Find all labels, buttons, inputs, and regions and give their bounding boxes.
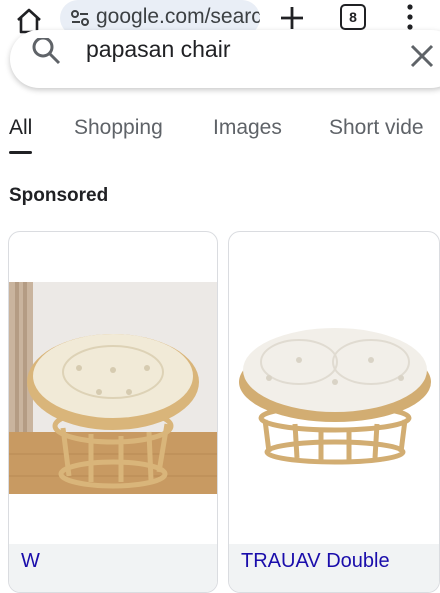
- product-title[interactable]: W: [21, 550, 40, 573]
- tab-short-videos[interactable]: Short vide: [329, 116, 424, 140]
- search-tabs: All Shopping Images Short vide: [0, 112, 440, 156]
- tab-switcher-button[interactable]: 8: [340, 4, 366, 30]
- tab-all[interactable]: All: [9, 116, 33, 154]
- active-tab-indicator: [9, 151, 33, 154]
- clear-search-icon[interactable]: [408, 42, 436, 70]
- more-menu-icon[interactable]: [402, 3, 418, 31]
- tab-shopping[interactable]: Shopping: [74, 116, 163, 140]
- tab-short-videos-label: Short vide: [329, 116, 424, 139]
- address-url: google.com/searc: [96, 5, 260, 28]
- product-info-area: [9, 544, 217, 592]
- product-card[interactable]: W: [8, 231, 218, 593]
- product-card[interactable]: TRAUAV Double: [228, 231, 440, 593]
- tab-images-label: Images: [213, 116, 282, 139]
- tab-images[interactable]: Images: [213, 116, 282, 140]
- site-settings-icon[interactable]: [70, 8, 90, 28]
- product-title[interactable]: TRAUAV Double: [241, 550, 390, 573]
- new-tab-icon[interactable]: [278, 4, 306, 32]
- tab-count: 8: [349, 9, 357, 25]
- sponsored-heading: Sponsored: [9, 185, 109, 206]
- search-box[interactable]: papasan chair: [10, 30, 440, 88]
- product-image[interactable]: [229, 282, 439, 494]
- tab-all-label: All: [9, 116, 33, 139]
- tab-shopping-label: Shopping: [74, 116, 163, 139]
- product-image[interactable]: [9, 282, 217, 494]
- search-input[interactable]: papasan chair: [86, 36, 231, 63]
- search-icon[interactable]: [30, 38, 62, 70]
